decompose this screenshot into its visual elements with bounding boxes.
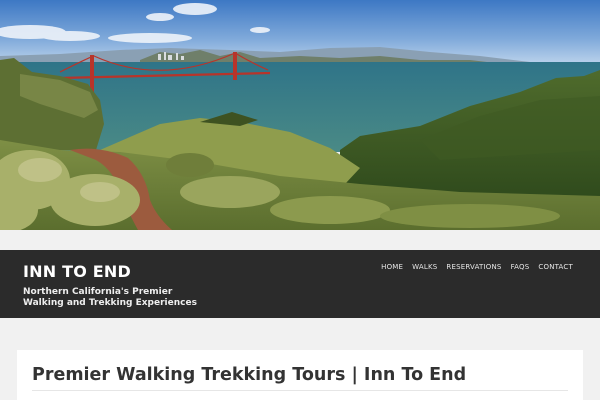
- nav-item-walks[interactable]: WALKS: [412, 263, 437, 271]
- site-tagline: Northern California's Premier Walking an…: [23, 287, 223, 309]
- hero-image: [0, 0, 600, 230]
- page-title: Premier Walking Trekking Tours | Inn To …: [32, 365, 467, 385]
- main-navigation: HOME WALKS RESERVATIONS FAQS CONTACT: [381, 263, 573, 271]
- tagline-line: Walking and Trekking Experiences: [23, 298, 197, 308]
- nav-item-reservations[interactable]: RESERVATIONS: [446, 263, 501, 271]
- site-header: INN TO END Northern California's Premier…: [0, 250, 600, 318]
- site-title[interactable]: INN TO END: [23, 262, 131, 281]
- page: INN TO END Northern California's Premier…: [0, 0, 600, 400]
- nav-item-home[interactable]: HOME: [381, 263, 403, 271]
- title-divider: [32, 390, 568, 391]
- nav-item-contact[interactable]: CONTACT: [538, 263, 573, 271]
- tagline-line: Northern California's Premier: [23, 287, 173, 297]
- nav-item-faqs[interactable]: FAQS: [511, 263, 530, 271]
- content-card: Premier Walking Trekking Tours | Inn To …: [17, 350, 583, 400]
